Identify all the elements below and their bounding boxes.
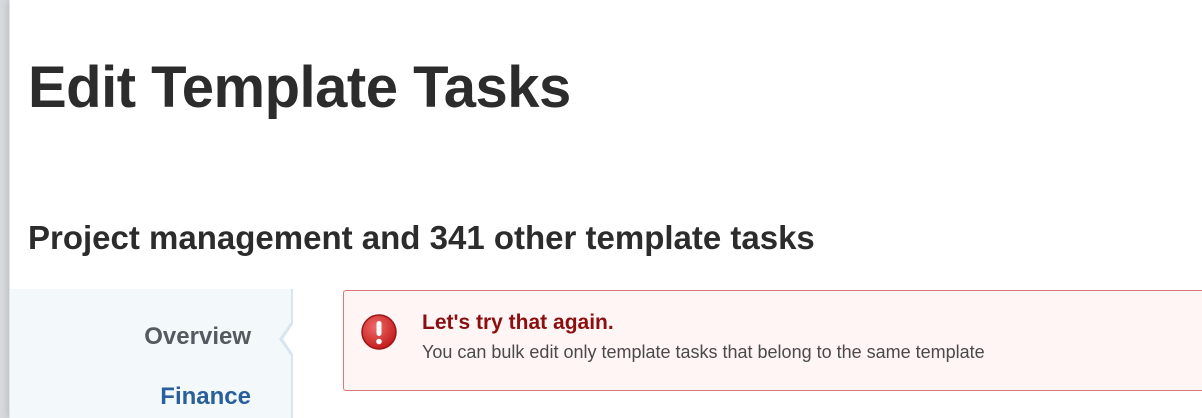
page-title: Edit Template Tasks — [28, 55, 571, 120]
edit-template-tasks-dialog: Edit Template Tasks Project management a… — [9, 0, 1202, 418]
dialog-subtitle: Project management and 341 other templat… — [28, 219, 815, 256]
error-alert: Let's try that again. You can bulk edit … — [343, 290, 1202, 391]
alert-title: Let's try that again. — [422, 311, 614, 334]
error-icon — [360, 313, 398, 351]
sidebar-item-overview[interactable]: Overview — [144, 323, 251, 351]
sidebar-item-finance[interactable]: Finance — [160, 383, 251, 411]
sidebar-nav: Overview Finance — [10, 289, 295, 418]
alert-message: You can bulk edit only template tasks th… — [422, 342, 985, 362]
